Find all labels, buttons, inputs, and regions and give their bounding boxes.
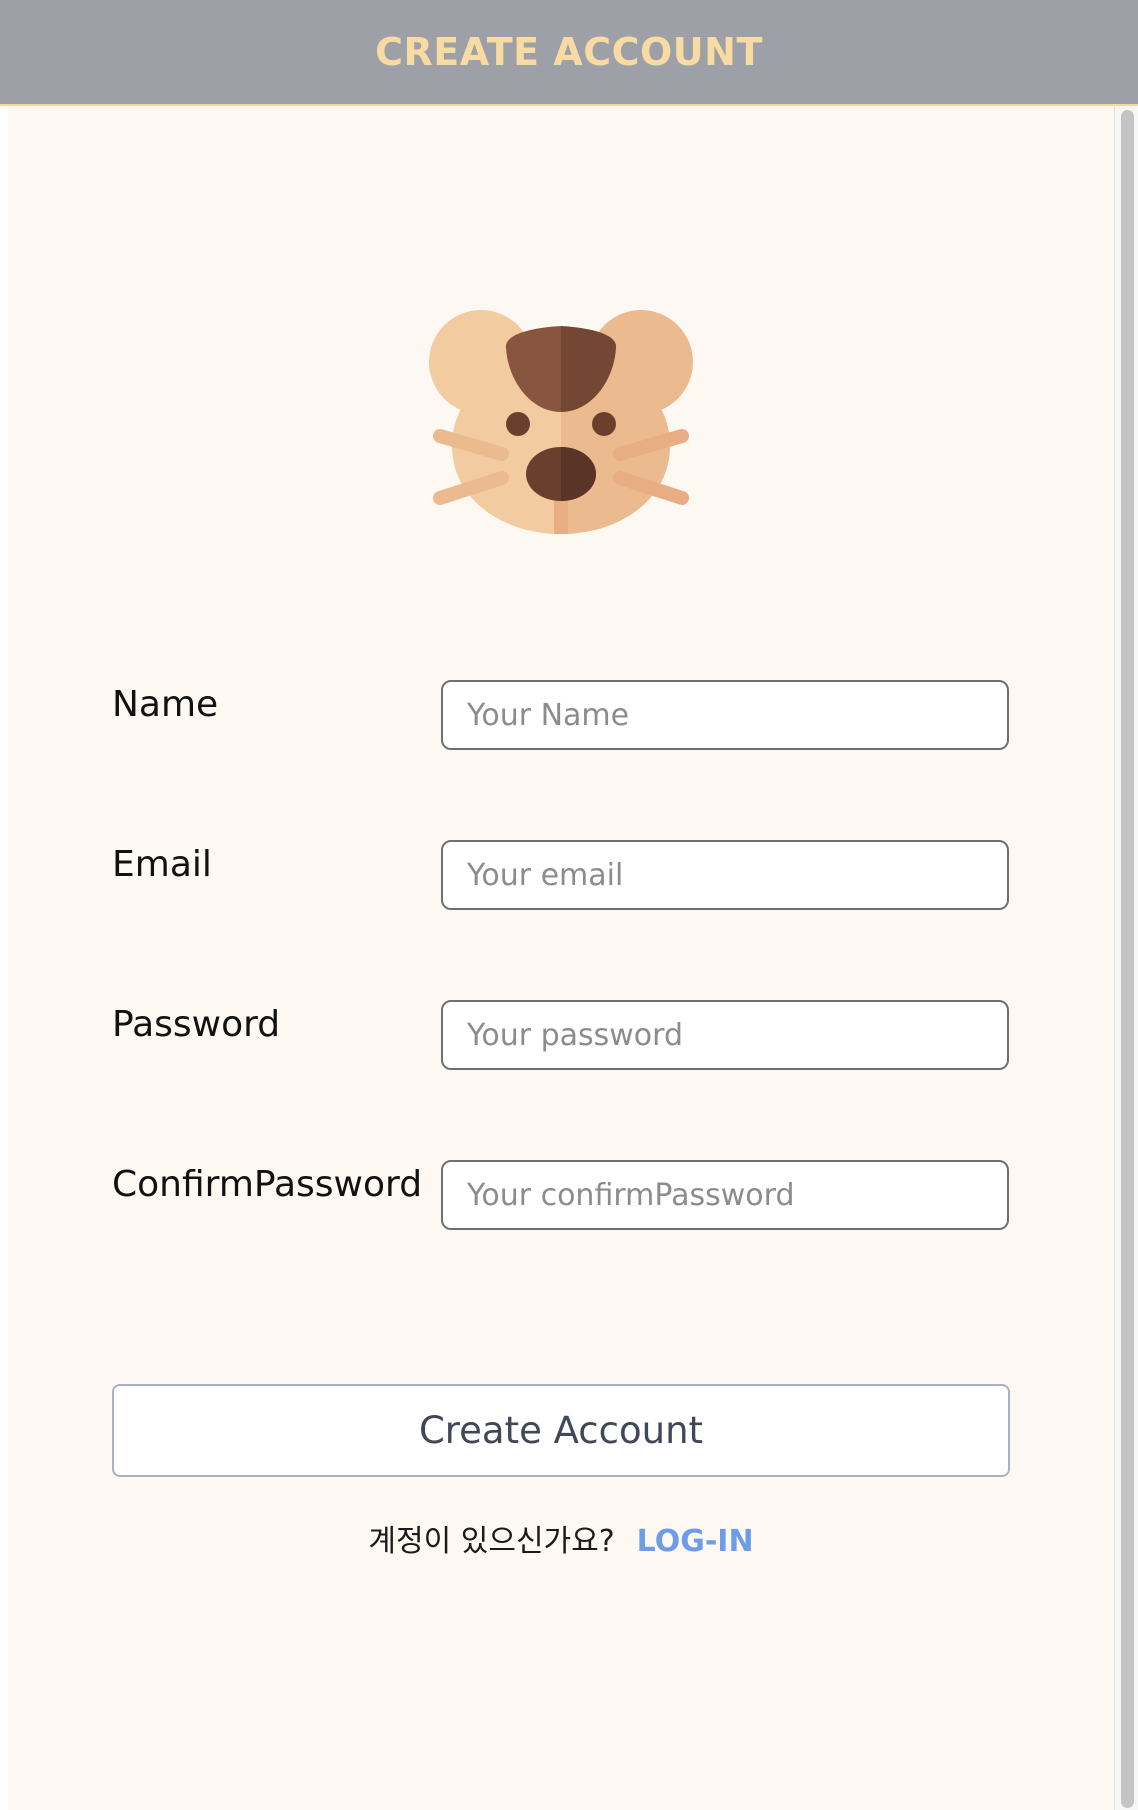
confirm-password-label: ConfirmPassword bbox=[112, 1164, 423, 1205]
create-account-button[interactable]: Create Account bbox=[112, 1384, 1010, 1477]
confirm-password-input[interactable] bbox=[441, 1160, 1009, 1230]
login-prompt-text: 계정이 있으신가요? bbox=[368, 1524, 615, 1559]
page-title: CREATE ACCOUNT bbox=[375, 30, 763, 74]
email-input[interactable] bbox=[441, 840, 1009, 910]
name-label: Name bbox=[112, 684, 219, 725]
email-label: Email bbox=[112, 844, 212, 885]
scrollbar-thumb[interactable] bbox=[1121, 110, 1134, 1808]
login-link[interactable]: LOG-IN bbox=[637, 1524, 754, 1559]
hamster-center-stripe bbox=[554, 496, 568, 534]
hamster-left-eye bbox=[506, 412, 530, 436]
password-label: Password bbox=[112, 1004, 281, 1045]
hamster-right-eye bbox=[592, 412, 616, 436]
name-input[interactable] bbox=[441, 680, 1009, 750]
login-prompt-row: 계정이 있으신가요? LOG-IN bbox=[0, 1516, 1122, 1560]
password-input[interactable] bbox=[441, 1000, 1009, 1070]
hamster-icon bbox=[429, 310, 693, 534]
app-header: CREATE ACCOUNT bbox=[0, 0, 1138, 106]
